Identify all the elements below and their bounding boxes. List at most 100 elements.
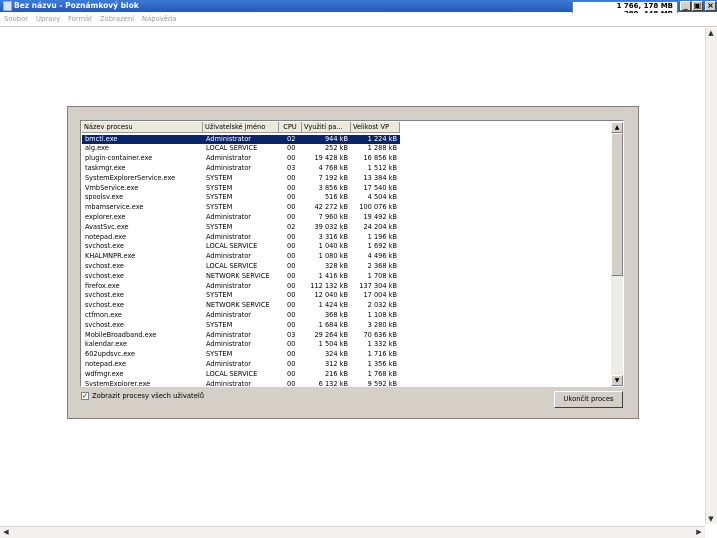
list-scroll-down-icon[interactable]: ▼	[611, 375, 623, 386]
vm-size-cell: 1 716 kB	[367, 350, 397, 359]
process-name-cell: svchost.exe	[85, 301, 124, 310]
scroll-up-icon[interactable]: ▲	[706, 28, 716, 38]
vm-size-cell: 100 076 kB	[359, 203, 397, 212]
cpu-cell: 00	[287, 144, 296, 153]
process-row[interactable]: MobileBroadband.exe Administrator 03 29 264…	[82, 331, 400, 341]
column-header-process-name[interactable]: Název procesu	[82, 122, 203, 133]
process-name-cell: wdfmgr.exe	[85, 369, 124, 378]
cpu-cell: 03	[287, 330, 296, 339]
cpu-cell: 02	[287, 134, 296, 143]
user-name-cell: LOCAL SERVICE	[206, 144, 258, 153]
memory-usage-cell: 516 kB	[324, 193, 348, 202]
window-title: Bez názvu - Poznámkový blok	[14, 1, 139, 10]
process-row[interactable]: svchost.exe SYSTEM 00 1 684 kB 3 280 kB	[82, 321, 400, 331]
cpu-cell: 00	[287, 281, 296, 290]
close-button[interactable]: ×	[705, 1, 716, 11]
process-row[interactable]: taskmgr.exe Administrator 03 4 768 kB 1 512 …	[82, 164, 400, 174]
process-row[interactable]: svchost.exe SYSTEM 00 12 040 kB 17 004 kB	[82, 291, 400, 301]
process-row[interactable]: svchost.exe NETWORK SERVICE 00 1 416 kB 1 70…	[82, 272, 400, 282]
process-name-cell: KHALMNPR.exe	[85, 252, 136, 261]
scroll-down-icon[interactable]: ▼	[706, 514, 716, 524]
column-header-memory-usage[interactable]: Využití pa...	[302, 122, 351, 133]
process-row[interactable]: bmctl.exe Administrator 02 944 kB 1 224 kB	[82, 134, 400, 145]
process-name-cell: notepad.exe	[85, 232, 127, 241]
menu-napoveda[interactable]: Nápověda	[142, 15, 176, 23]
process-name-cell: explorer.exe	[85, 212, 126, 221]
vm-size-cell: 16 856 kB	[363, 154, 397, 163]
process-row[interactable]: alg.exe LOCAL SERVICE 00 252 kB 1 288 kB	[82, 144, 400, 154]
scroll-left-icon[interactable]: ◀	[1, 527, 11, 537]
cpu-cell: 00	[287, 271, 296, 280]
process-list[interactable]: Název procesu Uživatelské jméno CPU Využ…	[80, 120, 624, 387]
menu-soubor[interactable]: Soubor	[4, 15, 28, 23]
vm-size-cell: 1 224 kB	[367, 134, 397, 143]
list-scroll-thumb[interactable]	[611, 133, 623, 276]
user-name-cell: LOCAL SERVICE	[206, 369, 258, 378]
process-name-cell: bmctl.exe	[85, 134, 118, 143]
process-row[interactable]: notepad.exe Administrator 00 3 316 kB 1 196 …	[82, 233, 400, 243]
vm-size-cell: 24 204 kB	[363, 222, 397, 231]
cpu-cell: 00	[287, 369, 296, 378]
memory-usage-cell: 1 504 kB	[318, 340, 348, 349]
process-row[interactable]: mbamservice.exe SYSTEM 00 42 272 kB 100 076 …	[82, 203, 400, 213]
process-row[interactable]: VmbService.exe SYSTEM 00 3 856 kB 17 540 kB	[82, 184, 400, 194]
column-header-user-name[interactable]: Uživatelské jméno	[203, 122, 279, 133]
memory-usage-cell: 12 040 kB	[314, 291, 348, 300]
process-name-cell: 602updsvc.exe	[85, 350, 135, 359]
process-row[interactable]: svchost.exe LOCAL SERVICE 00 1 040 kB 1 692 …	[82, 242, 400, 252]
process-row[interactable]: notepad.exe Administrator 00 312 kB 1 356 kB	[82, 360, 400, 370]
process-row[interactable]: SystemExplorer.exe Administrator 00 6 132 k…	[82, 380, 400, 387]
process-row[interactable]: SystemExplorerService.exe SYSTEM 00 7 192 k…	[82, 174, 400, 184]
memory-usage-cell: 944 kB	[324, 134, 348, 143]
close-icon: ×	[707, 1, 714, 10]
cpu-cell: 00	[287, 212, 296, 221]
menu-zobrazeni[interactable]: Zobrazení	[100, 15, 134, 23]
process-row[interactable]: svchost.exe LOCAL SERVICE 00 328 kB 2 368 kB	[82, 262, 400, 272]
minimize-button[interactable]: _	[680, 1, 691, 11]
memory-usage-cell: 7 960 kB	[318, 212, 348, 221]
user-name-cell: Administrator	[206, 340, 251, 349]
process-row[interactable]: svchost.exe NETWORK SERVICE 00 1 424 kB 2 03…	[82, 301, 400, 311]
process-name-cell: alg.exe	[85, 144, 109, 153]
memory-usage-cell: 1 424 kB	[318, 301, 348, 310]
user-name-cell: Administrator	[206, 359, 251, 368]
process-row[interactable]: ctfmon.exe Administrator 00 368 kB 1 108 kB	[82, 311, 400, 321]
process-row[interactable]: kalendar.exe Administrator 00 1 504 kB 1 332…	[82, 340, 400, 350]
process-row[interactable]: 602updsvc.exe SYSTEM 00 324 kB 1 716 kB	[82, 350, 400, 360]
scroll-right-icon[interactable]: ▶	[694, 527, 704, 537]
process-list-scrollbar[interactable]: ▲ ▼	[611, 122, 623, 386]
memory-usage-cell: 29 264 kB	[314, 330, 348, 339]
process-row[interactable]: wdfmgr.exe LOCAL SERVICE 00 216 kB 1 768 kB	[82, 370, 400, 380]
maximize-button[interactable]: ▣	[692, 1, 703, 11]
user-name-cell: Administrator	[206, 232, 251, 241]
editor-vertical-scrollbar[interactable]: ▲ ▼	[705, 28, 717, 524]
cpu-cell: 00	[287, 340, 296, 349]
minimize-icon: _	[683, 1, 688, 10]
vm-size-cell: 13 384 kB	[363, 173, 397, 182]
memory-usage-cell: 7 192 kB	[318, 173, 348, 182]
user-name-cell: Administrator	[206, 310, 251, 319]
list-scroll-up-icon[interactable]: ▲	[611, 122, 623, 133]
cpu-cell: 00	[287, 350, 296, 359]
column-header-cpu[interactable]: CPU	[279, 122, 302, 133]
memory-usage-cell: 19 428 kB	[314, 154, 348, 163]
process-row[interactable]: AvastSvc.exe SYSTEM 02 39 032 kB 24 204 kB	[82, 223, 400, 233]
show-all-users-checkbox[interactable]: ✓	[81, 392, 89, 400]
cpu-cell: 03	[287, 163, 296, 172]
user-name-cell: SYSTEM	[206, 291, 233, 300]
process-name-cell: MobileBroadband.exe	[85, 330, 157, 339]
process-row[interactable]: firefox.exe Administrator 00 112 132 kB 137 …	[82, 282, 400, 292]
process-row[interactable]: KHALMNPR.exe Administrator 00 1 080 kB 4 496…	[82, 252, 400, 262]
column-header-vm-size[interactable]: Velikost VP	[351, 122, 400, 133]
menu-format[interactable]: Formát	[68, 15, 92, 23]
process-row[interactable]: explorer.exe Administrator 00 7 960 kB 19 49…	[82, 213, 400, 223]
user-name-cell: SYSTEM	[206, 193, 233, 202]
process-row[interactable]: plugin-container.exe Administrator 00 19 42…	[82, 154, 400, 164]
end-process-button[interactable]: Ukončit proces	[554, 391, 623, 408]
process-row[interactable]: spoolsv.exe SYSTEM 00 516 kB 4 504 kB	[82, 193, 400, 203]
checkmark-icon: ✓	[82, 392, 88, 400]
menu-upravy[interactable]: Úpravy	[36, 15, 60, 23]
cpu-cell: 02	[287, 222, 296, 231]
user-name-cell: Administrator	[206, 281, 251, 290]
editor-horizontal-scrollbar[interactable]: ◀ ▶	[0, 526, 705, 538]
